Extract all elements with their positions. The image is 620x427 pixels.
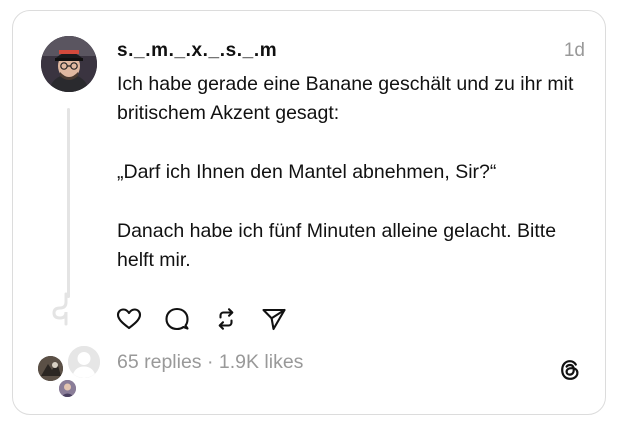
replier-avatars bbox=[38, 344, 104, 404]
replier-avatar-image bbox=[38, 356, 63, 381]
share-button[interactable] bbox=[260, 305, 288, 333]
post-body: Ich habe gerade eine Banane geschält und… bbox=[117, 70, 587, 275]
timestamp[interactable]: 1d bbox=[564, 40, 585, 62]
repost-button[interactable] bbox=[212, 305, 240, 333]
thread-loop-icon bbox=[52, 292, 68, 326]
post-text-paragraph: „Darf ich Ihnen den Mantel abnehmen, Sir… bbox=[117, 161, 497, 183]
default-user-icon bbox=[68, 346, 100, 378]
heart-icon bbox=[116, 308, 142, 330]
avatar-image bbox=[41, 36, 97, 92]
replier-avatar-image bbox=[59, 380, 76, 397]
replier-avatar-default bbox=[66, 344, 102, 380]
author-avatar[interactable] bbox=[41, 36, 97, 92]
repost-icon bbox=[218, 308, 234, 330]
post-text-paragraph: Ich habe gerade eine Banane geschält und… bbox=[117, 73, 574, 124]
username[interactable]: s._.m._.x._.s._.m bbox=[117, 40, 277, 62]
send-icon bbox=[262, 308, 286, 331]
comment-bubble-icon bbox=[165, 307, 189, 331]
threads-logo-icon bbox=[561, 360, 579, 380]
post-stats[interactable]: 65 replies · 1.9K likes bbox=[117, 351, 303, 374]
like-button[interactable] bbox=[115, 305, 143, 333]
post-header: s._.m._.x._.s._.m 1d bbox=[117, 40, 587, 64]
replier-avatar bbox=[38, 356, 63, 381]
replier-avatar bbox=[59, 380, 76, 397]
reply-button[interactable] bbox=[163, 305, 191, 333]
thread-connector-line bbox=[67, 108, 70, 298]
post-text-paragraph: Danach habe ich fünf Minuten alleine gel… bbox=[117, 220, 557, 271]
